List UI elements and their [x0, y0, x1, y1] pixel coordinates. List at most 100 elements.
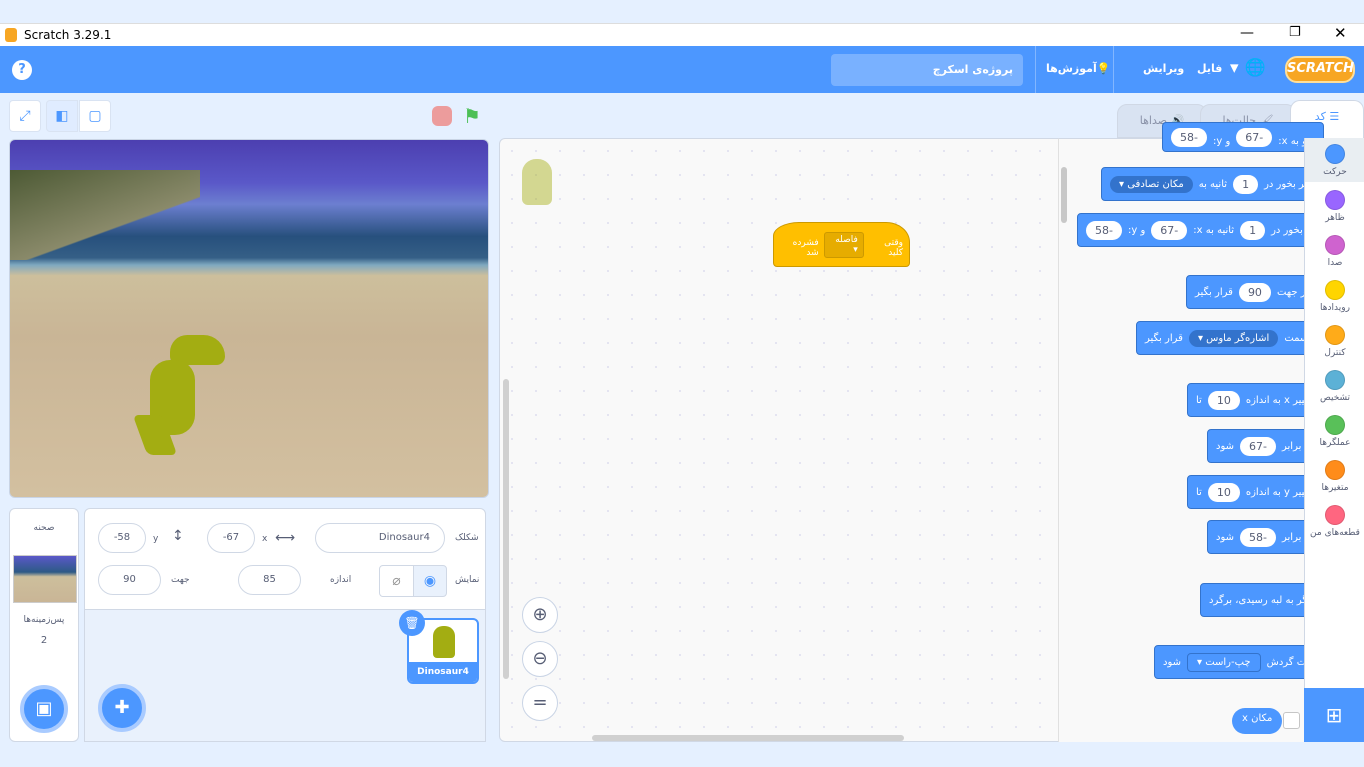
- x-input[interactable]: -67: [207, 523, 255, 553]
- category-my-blocks[interactable]: قطعه‌های من: [1305, 505, 1364, 538]
- set-y-input[interactable]: -58: [1240, 527, 1276, 547]
- change-y-block[interactable]: تغییر y به اندازه 10 تا: [1187, 475, 1322, 509]
- category-operators[interactable]: عملگرها: [1305, 415, 1364, 448]
- category-looks[interactable]: ظاهر: [1305, 190, 1364, 223]
- category-sensing[interactable]: تشخیص: [1305, 370, 1364, 403]
- edit-menu[interactable]: ویرایش: [1143, 62, 1184, 75]
- block-text: قرار بگیر: [1145, 332, 1183, 344]
- choose-sprite-button[interactable]: ✚: [98, 684, 146, 732]
- stage-selector[interactable]: صحنه پس‌زمینه‌ها 2 ▣: [9, 508, 79, 742]
- go-to-xy-block[interactable]: برو به x: -67 و y: -58: [1162, 122, 1325, 152]
- add-extension-button[interactable]: ⊞: [1304, 688, 1364, 742]
- fullscreen-button[interactable]: ⤢: [9, 100, 41, 132]
- palette-scrollbar[interactable]: [1061, 167, 1067, 223]
- green-flag-icon[interactable]: ⚑: [463, 104, 481, 128]
- close-button[interactable]: ✕: [1334, 24, 1347, 42]
- target-dropdown[interactable]: مکان تصادفی ▾: [1110, 175, 1193, 193]
- size-label: اندازه: [330, 575, 352, 585]
- app-icon: [5, 28, 17, 42]
- sprite-tile-name: Dinosaur4: [409, 662, 477, 682]
- category-control[interactable]: کنترل: [1305, 325, 1364, 358]
- small-stage-button[interactable]: ◧: [46, 100, 78, 132]
- minimize-button[interactable]: —: [1240, 25, 1254, 41]
- category-motion[interactable]: حرکت: [1305, 138, 1364, 182]
- title-bar: Scratch 3.29.1 — ❐ ✕: [0, 23, 1364, 46]
- block-text: ثانیه به: [1198, 178, 1228, 190]
- glide-to-random-block[interactable]: سُر بخور در 1 ثانیه به مکان تصادفی ▾: [1101, 167, 1322, 201]
- large-stage-button[interactable]: ▢: [79, 100, 111, 132]
- block-text: فشرده شد: [792, 238, 819, 258]
- zoom-out-button[interactable]: ⊖: [522, 641, 558, 677]
- show-hidden-button[interactable]: ⌀: [379, 565, 414, 597]
- language-menu[interactable]: ▾ 🌐: [1230, 58, 1266, 78]
- point-towards-block[interactable]: به سمت اشاره‌گر ماوس ▾ قرار بگیر: [1136, 321, 1329, 355]
- show-visible-button[interactable]: ◉: [413, 565, 447, 597]
- scratch-logo[interactable]: SCRATCH: [1285, 56, 1355, 83]
- sprite-list: Dinosaur4 🗑 ✚: [84, 610, 486, 742]
- category-dot: [1325, 460, 1345, 480]
- backdrops-count: 2: [40, 635, 48, 646]
- vertical-scrollbar[interactable]: [503, 379, 509, 679]
- rotation-value: چپ‌-راست: [1205, 656, 1251, 668]
- category-variables[interactable]: متغیرها: [1305, 460, 1364, 493]
- y-input[interactable]: -58: [98, 523, 146, 553]
- sprite-thumbnail: [433, 626, 455, 658]
- category-dot: [1325, 370, 1345, 390]
- delete-sprite-button[interactable]: 🗑: [399, 610, 425, 636]
- category-menu: حرکت ظاهر صدا رویدادها کنترل تشخیص عملگر…: [1304, 138, 1364, 688]
- zoom-reset-button[interactable]: =: [522, 685, 558, 721]
- horizontal-scrollbar[interactable]: [592, 735, 904, 741]
- stage-canvas[interactable]: [9, 139, 489, 498]
- set-y-block[interactable]: y برابر-58شود: [1207, 520, 1320, 554]
- sprite-name-input[interactable]: Dinosaur4: [315, 523, 445, 553]
- direction-label: جهت: [171, 575, 190, 585]
- x-position-reporter[interactable]: مکان x: [1232, 708, 1283, 734]
- change-y-input[interactable]: 10: [1207, 482, 1240, 502]
- direction-input[interactable]: 90: [98, 565, 161, 595]
- rotation-dropdown[interactable]: چپ‌-راست ▾: [1187, 652, 1261, 672]
- point-in-direction-block[interactable]: در جهت 90 قرار بگیر: [1186, 275, 1320, 309]
- set-x-block[interactable]: x برابر-67شود: [1207, 429, 1320, 463]
- towards-dropdown[interactable]: اشاره‌گر ماوس ▾: [1188, 329, 1279, 347]
- file-menu[interactable]: فایل: [1197, 62, 1222, 75]
- bounce-on-edge-block[interactable]: اگر به لبه رسیدی، برگرد: [1200, 583, 1319, 617]
- direction-input[interactable]: 90: [1238, 282, 1271, 302]
- glide-to-xy-block[interactable]: سُر بخور در 1 ثانیه به x: -67 و y: -58: [1077, 213, 1329, 247]
- category-sound[interactable]: صدا: [1305, 235, 1364, 268]
- block-text: تا: [1196, 486, 1202, 498]
- change-x-block[interactable]: تغییر x به اندازه 10 تا: [1187, 383, 1322, 417]
- x-position-checkbox[interactable]: [1283, 712, 1300, 729]
- project-title-input[interactable]: پروژه‌ی اسکرچ: [831, 54, 1023, 86]
- dinosaur-sprite[interactable]: [132, 335, 230, 455]
- stop-icon[interactable]: [432, 106, 452, 126]
- set-x-input[interactable]: -67: [1240, 436, 1276, 456]
- block-text: شود: [1216, 440, 1234, 452]
- code-icon: ☰: [1329, 110, 1340, 123]
- when-key-pressed-block[interactable]: وقتی کلید فاصله ▾ فشرده شد: [773, 222, 910, 267]
- secs-input[interactable]: 1: [1233, 174, 1259, 194]
- y-input[interactable]: -58: [1171, 128, 1207, 147]
- target-value: مکان تصادفی: [1127, 178, 1184, 190]
- show-label: نمایش: [455, 575, 480, 585]
- block-text: وقتی کلید: [884, 238, 903, 258]
- key-value: فاصله: [835, 235, 858, 245]
- category-events[interactable]: رویدادها: [1305, 280, 1364, 313]
- x-input[interactable]: -67: [1151, 220, 1188, 240]
- maximize-button[interactable]: ❐: [1289, 25, 1301, 40]
- x-input[interactable]: -67: [1236, 128, 1273, 147]
- choose-backdrop-button[interactable]: ▣: [20, 685, 68, 733]
- key-dropdown[interactable]: فاصله ▾: [823, 232, 864, 258]
- x-arrows-icon: ⟷: [275, 530, 296, 546]
- block-text: و y:: [1212, 136, 1231, 147]
- help-button[interactable]: ?: [12, 60, 32, 80]
- stage-title: صحنه: [33, 523, 55, 533]
- secs-input[interactable]: 1: [1240, 220, 1266, 240]
- block-text: تا: [1196, 394, 1202, 406]
- y-input[interactable]: -58: [1086, 220, 1122, 240]
- set-rotation-style-block[interactable]: حالت گردش چپ‌-راست ▾ شود: [1154, 645, 1328, 679]
- tutorials-menu[interactable]: 💡آموزش‌ها: [1046, 62, 1110, 75]
- block-text: و y:: [1127, 224, 1146, 236]
- change-x-input[interactable]: 10: [1207, 390, 1240, 410]
- zoom-in-button[interactable]: ⊕: [522, 597, 558, 633]
- size-input[interactable]: 85: [238, 565, 301, 595]
